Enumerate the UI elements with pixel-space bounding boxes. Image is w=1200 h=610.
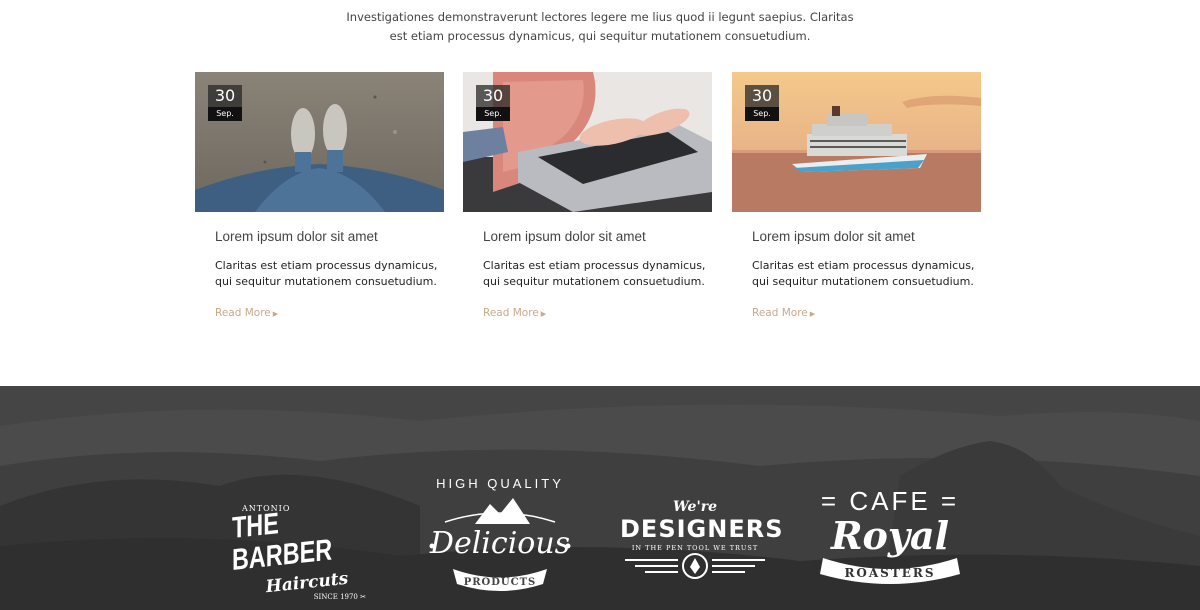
pen-nib-icon (625, 553, 765, 579)
logo-cafe-banner: ROASTERS (844, 566, 936, 580)
logo-designers-tagline: IN THE PEN TOOL WE TRUST (631, 544, 759, 552)
logo-delicious: HIGH QUALITY Delicious PRODUCTS (425, 474, 575, 610)
read-more-link[interactable]: Read More ▶ (215, 307, 278, 319)
post-title[interactable]: Lorem ipsum dolor sit amet (483, 229, 646, 244)
brand-logos-section: ANTONIO THE BARBER Haircuts SINCE 1970 ✂… (0, 386, 1200, 610)
logo-designers-script: We're (672, 499, 718, 515)
post-image-laptop[interactable]: 30 Sep. (463, 72, 712, 212)
read-more-link[interactable]: Read More ▶ (483, 307, 546, 319)
post-title[interactable]: Lorem ipsum dolor sit amet (215, 229, 378, 244)
logo-delicious-arc: HIGH QUALITY (436, 476, 564, 491)
date-month: Sep. (208, 107, 242, 121)
post-image-feet[interactable]: 30 Sep. (195, 72, 444, 212)
intro-line-1: Investigationes demonstraverunt lectores… (346, 10, 854, 24)
logo-barber-since-text: SINCE 1970 (313, 593, 358, 601)
logo-designers-main: DESIGNERS (620, 515, 784, 543)
intro-line-2: est etiam processus dynamicus, qui sequi… (389, 29, 811, 43)
post-excerpt-line-2: qui sequitur mutationem consuetudium. (215, 275, 437, 288)
blog-card: 30 Sep. Lorem ipsum dolor sit amet Clari… (195, 72, 444, 332)
date-badge: 30 Sep. (476, 85, 510, 121)
read-more-label: Read More (483, 307, 539, 319)
read-more-label: Read More (215, 307, 271, 319)
caret-right-icon: ▶ (540, 310, 547, 318)
logo-barber: ANTONIO THE BARBER Haircuts SINCE 1970 ✂ (232, 504, 382, 601)
logo-cafe-script: Royal (830, 513, 950, 558)
dash-icon: = (820, 486, 840, 516)
post-excerpt: Claritas est etiam processus dynamicus, … (752, 258, 982, 290)
read-more-link[interactable]: Read More ▶ (752, 307, 815, 319)
caret-right-icon: ▶ (809, 310, 816, 318)
logo-delicious-script: Delicious (429, 526, 571, 561)
date-day: 30 (745, 85, 779, 107)
date-month: Sep. (476, 107, 510, 121)
date-badge: 30 Sep. (208, 85, 242, 121)
blog-card: 30 Sep. Lorem ipsum dolor sit amet Clari… (732, 72, 981, 332)
post-title[interactable]: Lorem ipsum dolor sit amet (752, 229, 915, 244)
intro-text: Investigationes demonstraverunt lectores… (0, 8, 1200, 46)
date-month: Sep. (745, 107, 779, 121)
logo-designers: We're DESIGNERS IN THE PEN TOOL WE TRUST (620, 498, 784, 588)
scissors-icon: ✂ (360, 593, 366, 601)
dash-icon: = (940, 486, 960, 516)
date-day: 30 (208, 85, 242, 107)
post-excerpt-line-2: qui sequitur mutationem consuetudium. (752, 275, 974, 288)
post-excerpt: Claritas est etiam processus dynamicus, … (483, 258, 713, 290)
date-day: 30 (476, 85, 510, 107)
logo-cafe-top: = CAFE = (815, 486, 965, 516)
post-excerpt-line-2: qui sequitur mutationem consuetudium. (483, 275, 705, 288)
logo-cafe-royal: = CAFE = Royal ROASTERS (815, 486, 965, 596)
blog-card: 30 Sep. Lorem ipsum dolor sit amet Clari… (463, 72, 712, 332)
post-excerpt-line-1: Claritas est etiam processus dynamicus, (215, 259, 438, 272)
post-image-ship[interactable]: 30 Sep. (732, 72, 981, 212)
mountain-background (0, 386, 1200, 610)
logo-delicious-banner: PRODUCTS (463, 577, 537, 588)
post-excerpt: Claritas est etiam processus dynamicus, … (215, 258, 445, 290)
caret-right-icon: ▶ (272, 310, 279, 318)
post-excerpt-line-1: Claritas est etiam processus dynamicus, (752, 259, 975, 272)
post-excerpt-line-1: Claritas est etiam processus dynamicus, (483, 259, 706, 272)
date-badge: 30 Sep. (745, 85, 779, 121)
logo-barber-main: THE BARBER (232, 507, 333, 577)
read-more-label: Read More (752, 307, 808, 319)
logo-cafe-top-text: CAFE (849, 486, 931, 516)
